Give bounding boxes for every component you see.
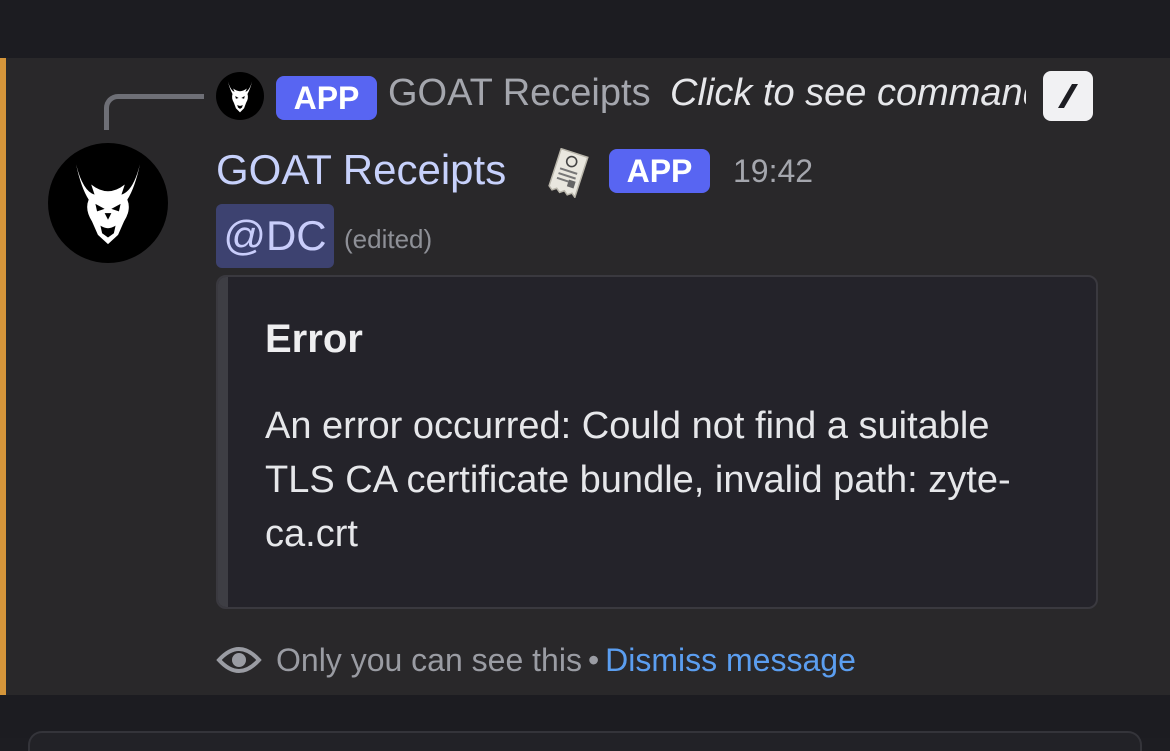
- reply-command-hint[interactable]: Click to see command: [670, 72, 1026, 115]
- message-timestamp: 19:42: [733, 153, 814, 189]
- goat-logo-icon: [227, 81, 253, 113]
- top-bar: [0, 0, 1170, 58]
- receipt-icon: [548, 148, 589, 198]
- embed-title: Error: [265, 317, 363, 361]
- author-avatar[interactable]: [48, 143, 168, 263]
- eye-icon: [216, 647, 262, 673]
- embed-color-stripe: [218, 277, 228, 607]
- message: APP GOAT Receipts Click to see command G…: [0, 58, 1170, 695]
- footer-separator: •: [587, 641, 600, 678]
- reply-app-badge: APP: [276, 76, 377, 120]
- message-highlight-bar: [0, 58, 6, 695]
- reply-connector: [104, 94, 204, 130]
- ephemeral-notice: Only you can see this: [276, 641, 582, 678]
- slash-command-icon[interactable]: [1043, 71, 1093, 121]
- message-input[interactable]: [28, 731, 1142, 751]
- dismiss-message-link[interactable]: Dismiss message: [605, 642, 856, 679]
- user-mention[interactable]: @DC: [216, 204, 334, 268]
- author-name[interactable]: GOAT Receipts: [216, 146, 506, 194]
- embed-description: An error occurred: Could not find a suit…: [265, 405, 1011, 555]
- goat-logo-icon: [76, 164, 140, 245]
- author-app-badge: APP: [609, 149, 710, 193]
- reply-avatar[interactable]: [216, 72, 264, 120]
- ephemeral-footer: Only you can see this • Dismiss message: [216, 638, 856, 682]
- reply-author-name[interactable]: GOAT Receipts: [388, 72, 651, 115]
- edited-indicator: (edited): [344, 224, 433, 254]
- error-embed: Error An error occurred: Could not find …: [216, 275, 1098, 609]
